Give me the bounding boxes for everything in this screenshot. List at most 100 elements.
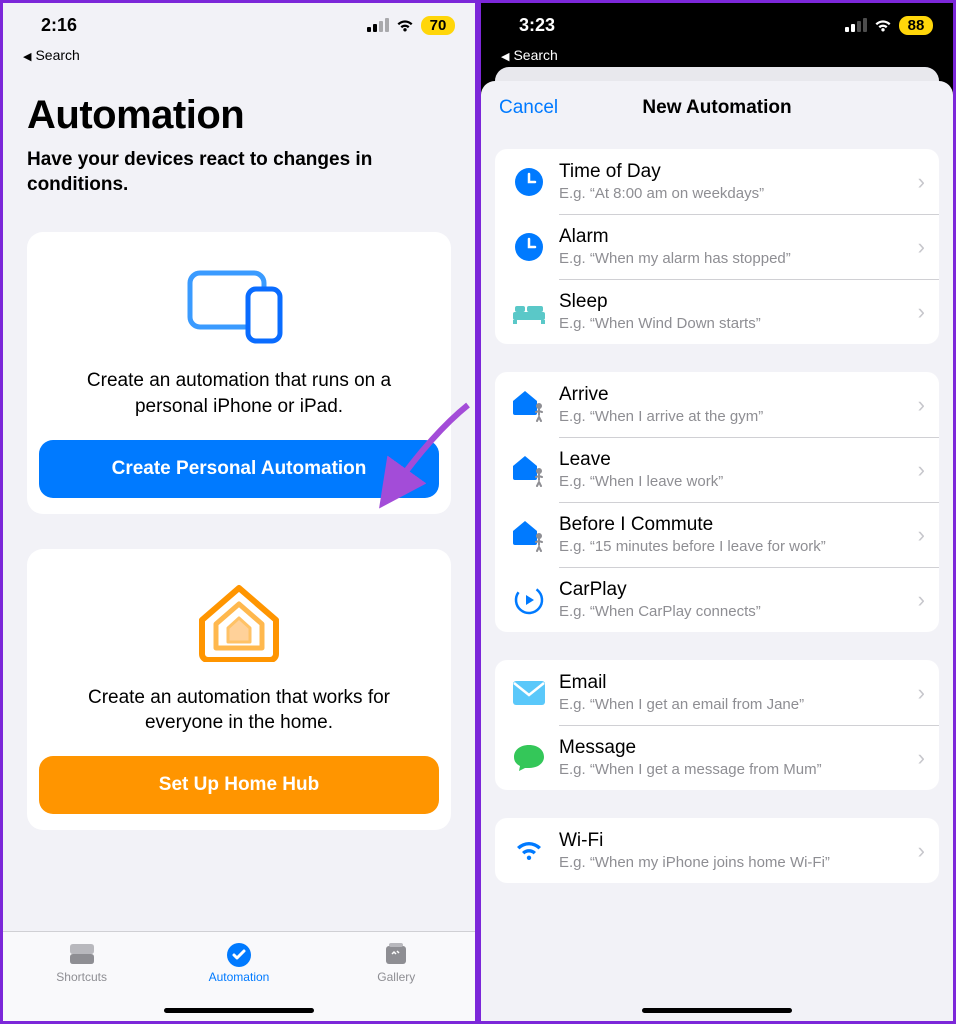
chevron-right-icon: › xyxy=(918,838,925,864)
bed-icon xyxy=(509,292,549,332)
status-time: 2:16 xyxy=(41,15,77,36)
row-subtitle: E.g. “When I arrive at the gym” xyxy=(559,408,918,425)
row-subtitle: E.g. “When I get an email from Jane” xyxy=(559,696,918,713)
back-label: Search xyxy=(513,47,557,63)
row-title: Email xyxy=(559,672,918,694)
trigger-row-sleep[interactable]: Sleep E.g. “When Wind Down starts”› xyxy=(495,279,939,344)
row-text: MessageE.g. “When I get a message from M… xyxy=(559,737,918,778)
row-text: Time of Day E.g. “At 8:00 am on weekdays” xyxy=(559,161,918,202)
chevron-right-icon: › xyxy=(918,457,925,483)
back-to-search[interactable]: ◀ Search xyxy=(481,47,953,63)
status-bar: 2:16 70 xyxy=(3,3,475,47)
personal-automation-card: Create an automation that runs on a pers… xyxy=(27,232,451,513)
chevron-right-icon: › xyxy=(918,680,925,706)
create-personal-automation-button[interactable]: Create Personal Automation xyxy=(39,440,439,498)
tab-automation-label: Automation xyxy=(189,970,289,984)
row-title: Time of Day xyxy=(559,161,918,183)
home-indicator[interactable] xyxy=(642,1008,792,1013)
row-text: Before I Commute E.g. “15 minutes before … xyxy=(559,514,918,555)
trigger-row-wi-fi[interactable]: Wi-FiE.g. “When my iPhone joins home Wi-… xyxy=(495,818,939,883)
chevron-right-icon: › xyxy=(918,522,925,548)
wifi-icon xyxy=(873,18,893,33)
row-title: Leave xyxy=(559,449,918,471)
row-title: CarPlay xyxy=(559,579,918,601)
cellular-icon xyxy=(367,18,389,32)
row-text: Sleep E.g. “When Wind Down starts” xyxy=(559,291,918,332)
message-icon xyxy=(509,738,549,778)
row-subtitle: E.g. “When Wind Down starts” xyxy=(559,315,918,332)
chevron-right-icon: › xyxy=(918,587,925,613)
wifi-icon xyxy=(395,18,415,33)
back-to-search[interactable]: ◀ Search xyxy=(3,47,475,63)
chevron-right-icon: › xyxy=(918,745,925,771)
battery-indicator: 70 xyxy=(421,16,455,35)
trigger-group: Wi-FiE.g. “When my iPhone joins home Wi-… xyxy=(495,818,939,883)
sheet-title: New Automation xyxy=(642,97,791,119)
clock-icon xyxy=(509,227,549,267)
wifi-icon xyxy=(509,831,549,871)
new-automation-sheet: Cancel New Automation Time of Day E.g. “A… xyxy=(481,81,953,1021)
trigger-row-time-of-day[interactable]: Time of Day E.g. “At 8:00 am on weekdays”… xyxy=(495,149,939,214)
gallery-icon xyxy=(346,940,446,970)
row-title: Alarm xyxy=(559,226,918,248)
phone-left-automation: 2:16 70 ◀ Search Automation Have your dev… xyxy=(0,0,478,1024)
row-subtitle: E.g. “When CarPlay connects” xyxy=(559,603,918,620)
mail-icon xyxy=(509,673,549,713)
home-person-icon xyxy=(509,385,549,425)
cancel-button[interactable]: Cancel xyxy=(499,97,558,119)
row-subtitle: E.g. “When my alarm has stopped” xyxy=(559,250,918,267)
row-text: LeaveE.g. “When I leave work” xyxy=(559,449,918,490)
chevron-right-icon: › xyxy=(918,169,925,195)
page-title: Automation xyxy=(27,93,451,138)
chevron-right-icon: › xyxy=(918,299,925,325)
home-icon xyxy=(39,577,439,667)
row-text: Wi-FiE.g. “When my iPhone joins home Wi-… xyxy=(559,830,918,871)
row-text: Arrive E.g. “When I arrive at the gym” xyxy=(559,384,918,425)
page-subtitle: Have your devices react to changes in co… xyxy=(27,148,451,197)
row-text: Alarm E.g. “When my alarm has stopped” xyxy=(559,226,918,267)
row-subtitle: E.g. “At 8:00 am on weekdays” xyxy=(559,185,918,202)
row-text: Email E.g. “When I get an email from Jane… xyxy=(559,672,918,713)
battery-indicator: 88 xyxy=(899,16,933,35)
status-right: 88 xyxy=(845,16,933,35)
home-person-icon xyxy=(509,515,549,555)
personal-desc: Create an automation that runs on a pers… xyxy=(57,368,421,419)
trigger-row-carplay[interactable]: CarPlay E.g. “When CarPlay connects”› xyxy=(495,567,939,632)
sheet-nav: Cancel New Automation xyxy=(481,81,953,135)
tab-gallery-label: Gallery xyxy=(346,970,446,984)
back-label: Search xyxy=(35,47,79,63)
home-person-icon xyxy=(509,450,549,490)
row-title: Arrive xyxy=(559,384,918,406)
row-title: Sleep xyxy=(559,291,918,313)
back-triangle-icon: ◀ xyxy=(23,51,31,63)
home-desc: Create an automation that works for ever… xyxy=(57,685,421,736)
devices-icon xyxy=(39,260,439,350)
status-right: 70 xyxy=(367,16,455,35)
home-automation-card: Create an automation that works for ever… xyxy=(27,549,451,830)
trigger-row-alarm[interactable]: AlarmE.g. “When my alarm has stopped”› xyxy=(495,214,939,279)
row-subtitle: E.g. “15 minutes before I leave for work… xyxy=(559,538,918,555)
back-triangle-icon: ◀ xyxy=(501,51,509,63)
trigger-row-before-i-commute[interactable]: Before I Commute E.g. “15 minutes before … xyxy=(495,502,939,567)
home-indicator[interactable] xyxy=(164,1008,314,1013)
tab-shortcuts-label: Shortcuts xyxy=(32,970,132,984)
tab-bar: Shortcuts Automation Gallery xyxy=(3,931,475,1021)
trigger-group: ArriveE.g. “When I arrive at the gym”›Le… xyxy=(495,372,939,632)
automation-content: Automation Have your devices react to ch… xyxy=(3,63,475,830)
chevron-right-icon: › xyxy=(918,392,925,418)
trigger-row-arrive[interactable]: Arrive E.g. “When I arrive at the gym”› xyxy=(495,372,939,437)
automation-icon xyxy=(189,940,289,970)
row-title: Wi-Fi xyxy=(559,830,918,852)
set-up-home-hub-button[interactable]: Set Up Home Hub xyxy=(39,756,439,814)
tab-gallery[interactable]: Gallery xyxy=(346,940,446,1021)
carplay-icon xyxy=(509,580,549,620)
status-time: 3:23 xyxy=(519,15,555,36)
trigger-group: Email E.g. “When I get an email from Jane… xyxy=(495,660,939,790)
phone-right-new-automation: 3:23 88 ◀ Search Cancel New Automation Ti… xyxy=(478,0,956,1024)
row-title: Before I Commute xyxy=(559,514,918,536)
trigger-row-leave[interactable]: LeaveE.g. “When I leave work”› xyxy=(495,437,939,502)
trigger-row-email[interactable]: Email E.g. “When I get an email from Jane… xyxy=(495,660,939,725)
shortcuts-icon xyxy=(32,940,132,970)
tab-shortcuts[interactable]: Shortcuts xyxy=(32,940,132,1021)
trigger-row-message[interactable]: MessageE.g. “When I get a message from M… xyxy=(495,725,939,790)
